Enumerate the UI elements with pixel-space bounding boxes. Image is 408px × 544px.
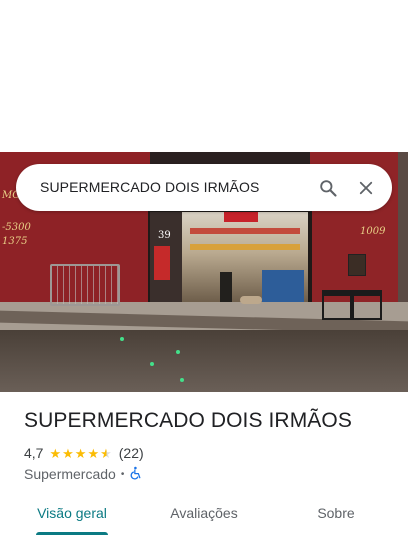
store-shelf (190, 228, 300, 234)
street-light-dot (176, 350, 180, 354)
street-light-dot (150, 362, 154, 366)
rating-stars: ★ ★ ★ ★ ★ (49, 447, 112, 460)
star-icon: ★ (49, 445, 62, 461)
separator-dot: • (120, 468, 125, 480)
tab-overview[interactable]: Visão geral (24, 496, 120, 532)
street-light-dot (180, 378, 184, 382)
star-icon: ★ (74, 445, 87, 461)
close-icon[interactable] (352, 174, 380, 202)
chair (322, 290, 352, 320)
star-icon: ★ (62, 445, 74, 461)
door-number: 39 (158, 230, 171, 241)
place-title: SUPERMERCADO DOIS IRMÃOS (24, 409, 352, 432)
review-count[interactable]: (22) (119, 445, 144, 461)
place-tabs: Visão geral Avaliações Sobre (0, 496, 408, 544)
tab-reviews[interactable]: Avaliações (152, 496, 256, 532)
store-sign (224, 212, 258, 222)
search-bar[interactable]: SUPERMERCADO DOIS IRMÃOS (16, 164, 392, 211)
wall-text: -5300 (2, 222, 31, 233)
rating-value: 4,7 (24, 445, 44, 461)
store-shelf (190, 244, 300, 250)
search-input[interactable]: SUPERMERCADO DOIS IRMÃOS (40, 164, 259, 211)
street-light-dot (120, 337, 124, 341)
chair (352, 290, 382, 320)
map-blank-area (0, 0, 408, 152)
star-icon: ★ (87, 445, 100, 461)
wall-number: 1009 (360, 226, 386, 237)
store-person (220, 272, 232, 302)
store-counter (262, 270, 304, 304)
star-half-icon: ★ (100, 445, 112, 461)
active-tab-indicator (36, 532, 108, 535)
store-fridge (154, 246, 170, 280)
street (0, 330, 408, 392)
search-icon[interactable] (314, 174, 342, 202)
wheelchair-icon (129, 466, 143, 483)
wall-box (348, 254, 366, 276)
tab-about[interactable]: Sobre (296, 496, 376, 532)
store-wall-edge (398, 152, 408, 322)
shopping-cart (50, 264, 120, 306)
rating-row[interactable]: 4,7 ★ ★ ★ ★ ★ (22) (24, 444, 144, 462)
dog (240, 296, 262, 304)
category-row: Supermercado • (24, 465, 143, 483)
place-category: Supermercado (24, 466, 116, 482)
wall-text: 1375 (2, 236, 28, 247)
